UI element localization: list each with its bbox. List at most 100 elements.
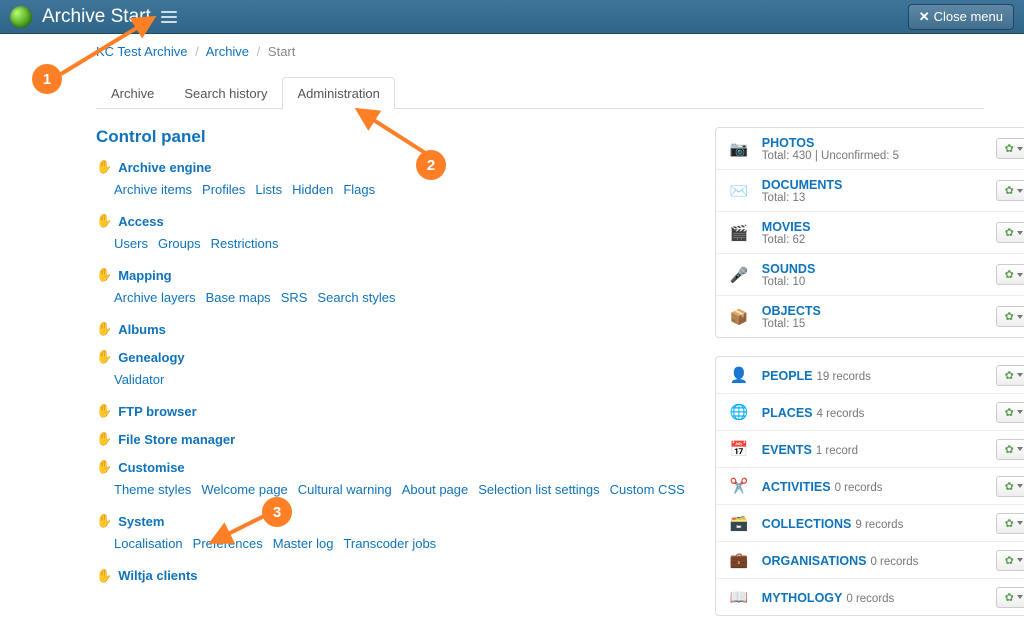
- settings-button[interactable]: ✿: [996, 222, 1024, 243]
- link-lists[interactable]: Lists: [255, 182, 282, 197]
- stats-title[interactable]: OBJECTS: [762, 304, 821, 318]
- close-icon: ✕: [919, 9, 930, 25]
- section-title[interactable]: Access: [118, 214, 164, 229]
- stats-title[interactable]: PLACES: [762, 406, 813, 420]
- chevron-down-icon: [1017, 447, 1023, 451]
- section-title[interactable]: Mapping: [118, 268, 171, 283]
- breadcrumb-archive[interactable]: Archive: [206, 44, 249, 59]
- link-custom-css[interactable]: Custom CSS: [610, 482, 685, 497]
- stats-row-events: 📅EVENTS1 record✿: [716, 430, 1024, 467]
- link-archive-items[interactable]: Archive items: [114, 182, 192, 197]
- stats-title[interactable]: COLLECTIONS: [762, 517, 852, 531]
- section-title[interactable]: Genealogy: [118, 350, 184, 365]
- chevron-down-icon: [1017, 147, 1023, 151]
- link-preferences[interactable]: Preferences: [193, 536, 263, 551]
- settings-button[interactable]: ✿: [996, 587, 1024, 608]
- tab-archive[interactable]: Archive: [96, 77, 169, 109]
- stats-row-collections: 🗃️COLLECTIONS9 records✿: [716, 504, 1024, 541]
- section-system: ✋SystemLocalisationPreferencesMaster log…: [96, 513, 695, 555]
- stats-subtitle: Total: 10: [762, 276, 996, 288]
- chevron-down-icon: [1017, 595, 1023, 599]
- stats-title[interactable]: MYTHOLOGY: [762, 591, 843, 605]
- settings-button[interactable]: ✿: [996, 365, 1024, 386]
- link-cultural-warning[interactable]: Cultural warning: [298, 482, 392, 497]
- chevron-down-icon: [1017, 558, 1023, 562]
- hand-icon: ✋: [96, 267, 112, 283]
- settings-button[interactable]: ✿: [996, 264, 1024, 285]
- settings-button[interactable]: ✿: [996, 306, 1024, 327]
- link-localisation[interactable]: Localisation: [114, 536, 183, 551]
- close-menu-button[interactable]: ✕ Close menu: [908, 4, 1014, 30]
- section-file-store-manager: ✋File Store manager: [96, 431, 695, 447]
- link-validator[interactable]: Validator: [114, 372, 164, 387]
- link-users[interactable]: Users: [114, 236, 148, 251]
- link-srs[interactable]: SRS: [281, 290, 308, 305]
- link-archive-layers[interactable]: Archive layers: [114, 290, 196, 305]
- stats-column: 📷PHOTOSTotal: 430 | Unconfirmed: 5✿✉️DOC…: [715, 127, 1024, 634]
- link-base-maps[interactable]: Base maps: [206, 290, 271, 305]
- stats-title[interactable]: MOVIES: [762, 220, 811, 234]
- section-title[interactable]: Wiltja clients: [118, 568, 197, 583]
- stats-row-places: 🌐PLACES4 records✿: [716, 393, 1024, 430]
- stats-row-organisations: 💼ORGANISATIONS0 records✿: [716, 541, 1024, 578]
- settings-button[interactable]: ✿: [996, 550, 1024, 571]
- breadcrumb-root[interactable]: KC Test Archive: [96, 44, 188, 59]
- settings-button[interactable]: ✿: [996, 138, 1024, 159]
- stats-subtitle: 19 records: [817, 371, 871, 383]
- chevron-down-icon: [1017, 521, 1023, 525]
- section-title[interactable]: Customise: [118, 460, 184, 475]
- events-icon: 📅: [726, 438, 752, 460]
- settings-button[interactable]: ✿: [996, 180, 1024, 201]
- chevron-down-icon: [1017, 484, 1023, 488]
- link-hidden[interactable]: Hidden: [292, 182, 333, 197]
- section-title[interactable]: FTP browser: [118, 404, 197, 419]
- link-flags[interactable]: Flags: [343, 182, 375, 197]
- mythology-icon: 📖: [726, 586, 752, 608]
- section-title[interactable]: Archive engine: [118, 160, 211, 175]
- photos-icon: 📷: [726, 138, 752, 160]
- settings-button[interactable]: ✿: [996, 439, 1024, 460]
- stats-subtitle: Total: 430 | Unconfirmed: 5: [762, 150, 996, 162]
- section-title[interactable]: File Store manager: [118, 432, 235, 447]
- control-panel-column: Control panel ✋Archive engineArchive ite…: [96, 127, 695, 634]
- settings-button[interactable]: ✿: [996, 513, 1024, 534]
- section-title[interactable]: System: [118, 514, 164, 529]
- link-theme-styles[interactable]: Theme styles: [114, 482, 191, 497]
- link-search-styles[interactable]: Search styles: [317, 290, 395, 305]
- stats-title[interactable]: EVENTS: [762, 443, 812, 457]
- hand-icon: ✋: [96, 349, 112, 365]
- gear-icon: ✿: [1005, 226, 1014, 239]
- link-welcome-page[interactable]: Welcome page: [201, 482, 287, 497]
- organisations-icon: 💼: [726, 549, 752, 571]
- menu-icon[interactable]: [161, 11, 177, 23]
- stats-row-movies: 🎬MOVIESTotal: 62✿: [716, 211, 1024, 253]
- link-about-page[interactable]: About page: [402, 482, 469, 497]
- stats-subtitle: 9 records: [855, 519, 903, 531]
- link-restrictions[interactable]: Restrictions: [211, 236, 279, 251]
- stats-title[interactable]: ORGANISATIONS: [762, 554, 867, 568]
- topbar: Archive Start ✕ Close menu: [0, 0, 1024, 34]
- stats-title[interactable]: ACTIVITIES: [762, 480, 831, 494]
- link-master-log[interactable]: Master log: [273, 536, 334, 551]
- link-selection-list-settings[interactable]: Selection list settings: [478, 482, 599, 497]
- section-access: ✋AccessUsersGroupsRestrictions: [96, 213, 695, 255]
- tab-administration[interactable]: Administration: [282, 77, 394, 109]
- stats-title[interactable]: PEOPLE: [762, 369, 813, 383]
- link-groups[interactable]: Groups: [158, 236, 201, 251]
- hand-icon: ✋: [96, 459, 112, 475]
- objects-icon: 📦: [726, 306, 752, 328]
- link-profiles[interactable]: Profiles: [202, 182, 245, 197]
- section-archive-engine: ✋Archive engineArchive itemsProfilesList…: [96, 159, 695, 201]
- tab-search-history[interactable]: Search history: [169, 77, 282, 109]
- section-title[interactable]: Albums: [118, 322, 166, 337]
- chevron-down-icon: [1017, 273, 1023, 277]
- stats-row-people: 👤PEOPLE19 records✿: [716, 357, 1024, 393]
- stats-title[interactable]: DOCUMENTS: [762, 178, 843, 192]
- stats-title[interactable]: SOUNDS: [762, 262, 815, 276]
- stats-title[interactable]: PHOTOS: [762, 136, 815, 150]
- stats-subtitle: Total: 13: [762, 192, 996, 204]
- hand-icon: ✋: [96, 321, 112, 337]
- link-transcoder-jobs[interactable]: Transcoder jobs: [343, 536, 436, 551]
- settings-button[interactable]: ✿: [996, 402, 1024, 423]
- settings-button[interactable]: ✿: [996, 476, 1024, 497]
